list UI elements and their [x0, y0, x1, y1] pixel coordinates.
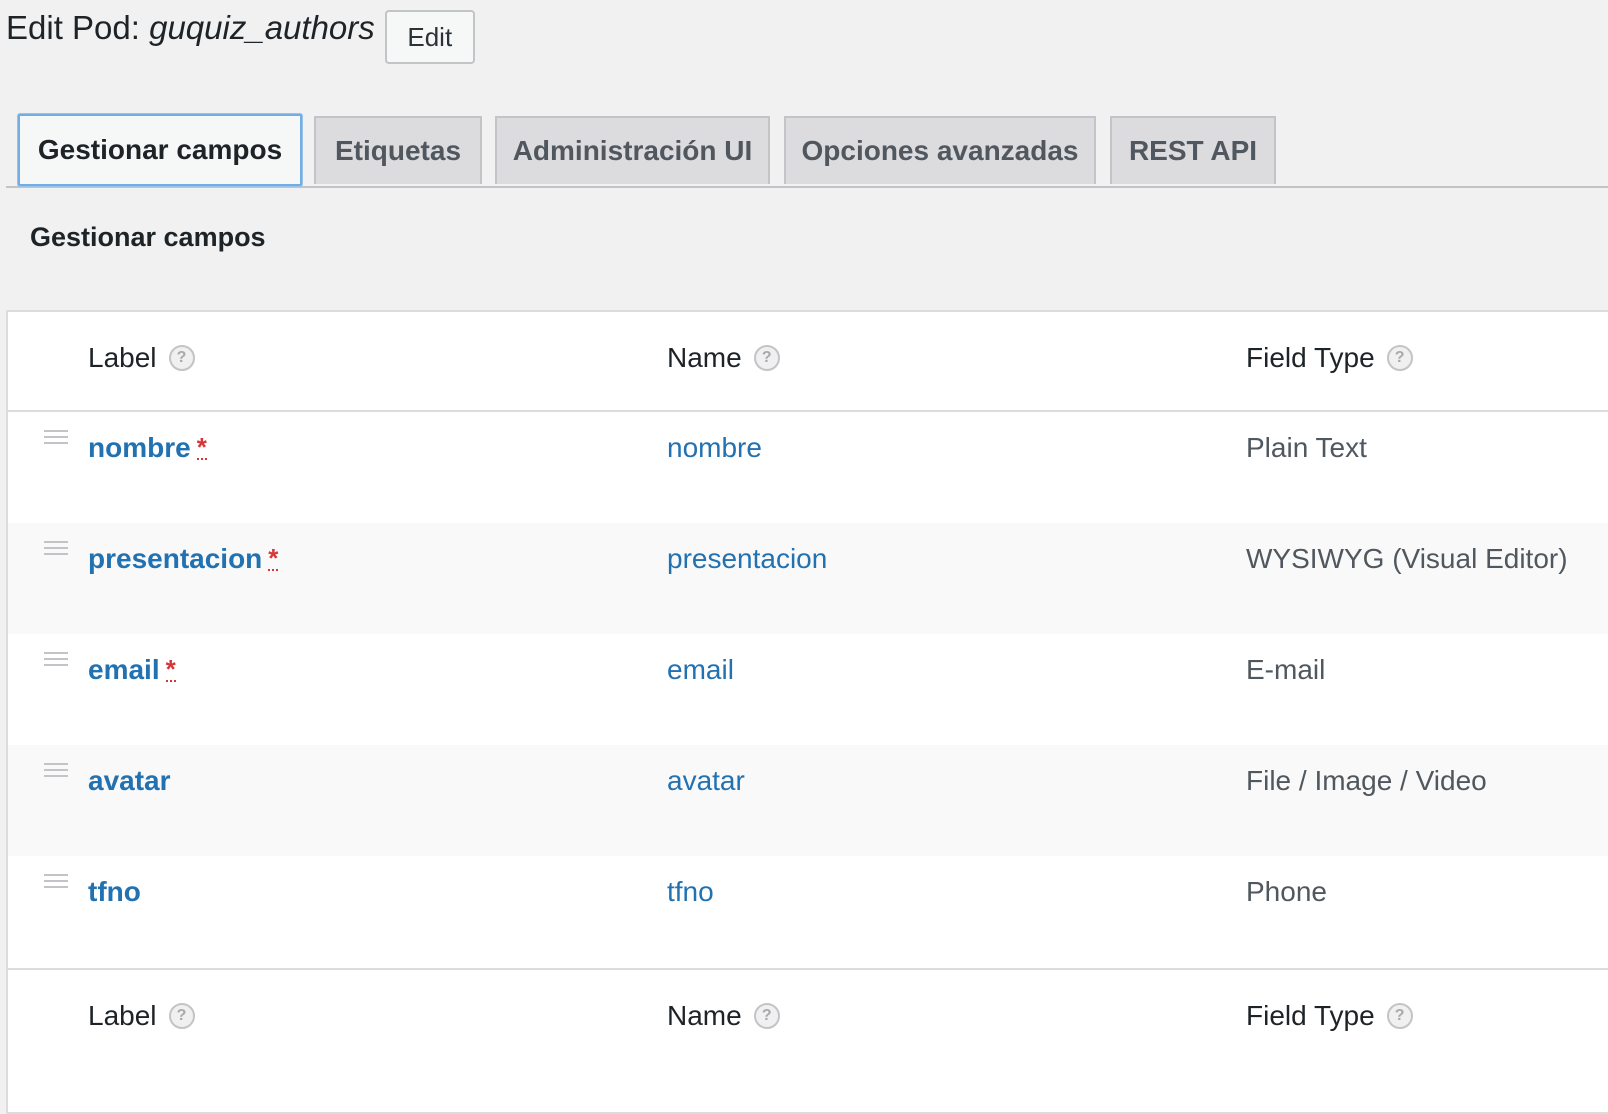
- field-name-link[interactable]: avatar: [667, 765, 745, 797]
- field-label-link[interactable]: email: [88, 654, 160, 686]
- column-footer-name: Name ?: [667, 1000, 780, 1032]
- column-footer-label: Label ?: [88, 1000, 195, 1032]
- required-marker: *: [165, 654, 176, 684]
- table-row: email * email E-mail: [8, 634, 1608, 745]
- field-name-cell: email: [667, 654, 734, 686]
- column-header-label-text: Label: [88, 342, 157, 373]
- drag-handle-icon[interactable]: [44, 763, 68, 779]
- tab-bar: Gestionar campos Etiquetas Administració…: [6, 114, 1608, 188]
- help-icon[interactable]: ?: [168, 345, 195, 371]
- tab-gestionar-campos[interactable]: Gestionar campos: [18, 114, 302, 186]
- required-marker: *: [268, 543, 279, 573]
- help-icon[interactable]: ?: [168, 1003, 195, 1029]
- field-name-link[interactable]: email: [667, 654, 734, 686]
- table-row: tfno tfno Phone: [8, 856, 1608, 967]
- help-icon[interactable]: ?: [1386, 1003, 1413, 1029]
- field-name-link[interactable]: presentacion: [667, 543, 827, 575]
- column-footer-field-type-text: Field Type: [1246, 1000, 1375, 1031]
- field-name-link[interactable]: tfno: [667, 876, 714, 908]
- drag-handle-icon[interactable]: [44, 541, 68, 557]
- tab-etiquetas[interactable]: Etiquetas: [314, 116, 482, 184]
- field-label-cell: email *: [88, 654, 176, 686]
- help-icon[interactable]: ?: [1386, 345, 1413, 371]
- help-icon[interactable]: ?: [753, 345, 780, 371]
- page-title: Edit Pod: guquiz_authors: [6, 8, 375, 48]
- field-label-link[interactable]: nombre: [88, 432, 191, 464]
- column-header-field-type: Field Type ?: [1246, 342, 1413, 374]
- pod-name: guquiz_authors: [149, 9, 375, 46]
- field-type: WYSIWYG (Visual Editor): [1246, 543, 1568, 574]
- field-label-link[interactable]: presentacion: [88, 543, 262, 575]
- tab-administracion-ui[interactable]: Administración UI: [495, 116, 770, 184]
- field-name-cell: tfno: [667, 876, 714, 908]
- field-type: File / Image / Video: [1246, 765, 1487, 796]
- column-header-field-type-text: Field Type: [1246, 342, 1375, 373]
- field-name-cell: nombre: [667, 432, 762, 464]
- field-label-link[interactable]: tfno: [88, 876, 141, 908]
- column-header-name-text: Name: [667, 342, 742, 373]
- field-name-cell: presentacion: [667, 543, 827, 575]
- table-row: avatar avatar File / Image / Video: [8, 745, 1608, 856]
- table-header: Label ? Name ? Field Type ?: [8, 312, 1608, 412]
- field-label-cell: tfno: [88, 876, 141, 908]
- table-row: nombre * nombre Plain Text: [8, 412, 1608, 523]
- field-label-cell: avatar: [88, 765, 171, 797]
- help-icon[interactable]: ?: [753, 1003, 780, 1029]
- column-footer-name-text: Name: [667, 1000, 742, 1031]
- table-row: presentacion * presentacion WYSIWYG (Vis…: [8, 523, 1608, 634]
- field-type: E-mail: [1246, 654, 1326, 685]
- field-name-link[interactable]: nombre: [667, 432, 762, 464]
- page-title-prefix: Edit Pod:: [6, 9, 140, 46]
- column-header-name: Name ?: [667, 342, 780, 374]
- field-label-cell: presentacion *: [88, 543, 279, 575]
- field-name-cell: avatar: [667, 765, 745, 797]
- table-footer: Label ? Name ? Field Type ?: [8, 968, 1608, 1068]
- tab-opciones-avanzadas[interactable]: Opciones avanzadas: [784, 116, 1096, 184]
- page-header: Edit Pod: guquiz_authors Edit: [6, 8, 475, 64]
- field-label-link[interactable]: avatar: [88, 765, 171, 797]
- tab-rest-api[interactable]: REST API: [1110, 116, 1276, 184]
- fields-table: Label ? Name ? Field Type ? nombre * nom…: [6, 310, 1608, 1114]
- field-label-cell: nombre *: [88, 432, 207, 464]
- drag-handle-icon[interactable]: [44, 430, 68, 446]
- drag-handle-icon[interactable]: [44, 874, 68, 890]
- required-marker: *: [196, 432, 207, 462]
- drag-handle-icon[interactable]: [44, 652, 68, 668]
- field-type: Plain Text: [1246, 432, 1367, 463]
- column-footer-label-text: Label: [88, 1000, 157, 1031]
- field-type: Phone: [1246, 876, 1327, 907]
- section-title: Gestionar campos: [30, 222, 266, 252]
- edit-pod-button[interactable]: Edit: [384, 10, 475, 64]
- column-header-label: Label ?: [88, 342, 195, 374]
- column-footer-field-type: Field Type ?: [1246, 1000, 1413, 1032]
